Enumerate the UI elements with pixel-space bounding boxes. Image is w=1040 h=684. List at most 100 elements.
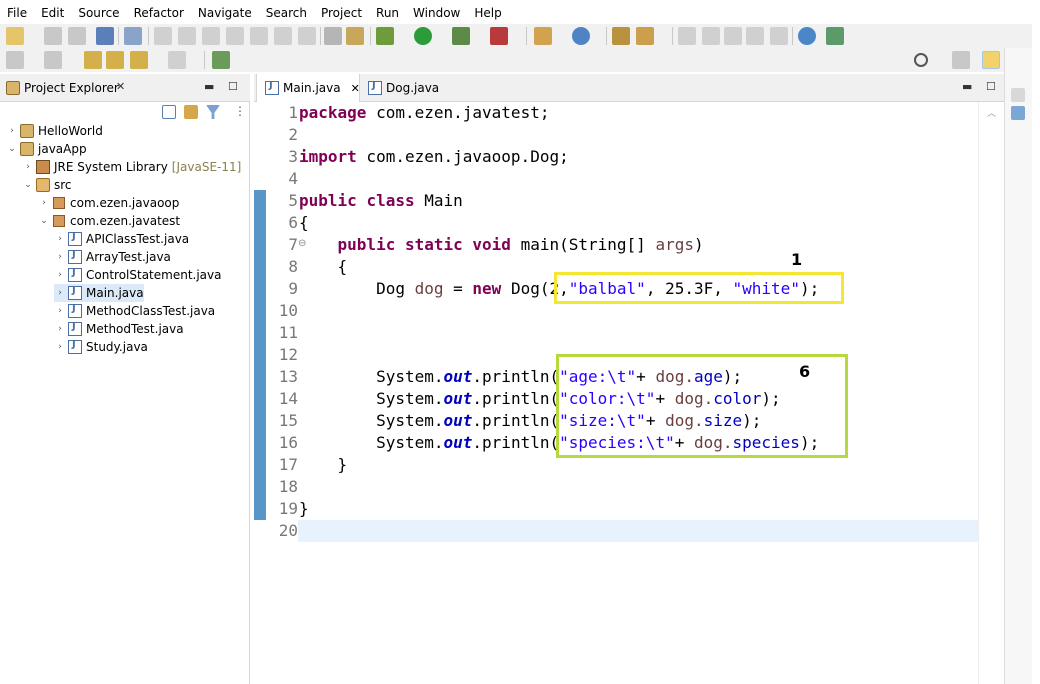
pin-editor-icon[interactable] [212,51,230,69]
external-tools-icon[interactable] [490,27,508,45]
menu-navigate[interactable]: Navigate [191,0,259,26]
scroll-up-icon[interactable]: ︿ [987,106,996,119]
new-java-project-icon[interactable] [534,27,552,45]
tree-toggle-icon[interactable]: › [54,288,66,298]
step-over-icon[interactable] [274,27,292,45]
terminate-icon[interactable] [202,27,220,45]
next-annotation-icon[interactable] [6,51,24,69]
close-icon[interactable]: ✕ [351,82,360,95]
keyword: static [404,235,463,254]
tree-item[interactable]: › MethodTest.java [54,320,184,338]
line-number: 15 [278,411,298,430]
tree-toggle-icon[interactable]: › [54,342,66,352]
tab-main-java[interactable]: Main.java ✕ [256,74,360,102]
toggle-mark-icon[interactable] [678,27,696,45]
java-perspective-icon[interactable] [982,51,1000,69]
tab-dog-java[interactable]: Dog.java [360,74,450,102]
view-menu-icon[interactable]: ⋮ [234,104,246,118]
tree-item[interactable]: › HelloWorld [6,122,103,140]
minimize-icon[interactable]: ▬ [962,80,972,93]
back-arrow-icon[interactable] [130,51,148,69]
whitespace-icon[interactable] [746,27,764,45]
code-text: Dog [376,279,415,298]
code-text: .println( [472,411,560,430]
collapse-all-icon[interactable] [162,105,176,119]
skip-breakpoints-icon[interactable] [124,27,142,45]
tree-toggle-icon[interactable]: › [22,162,34,172]
step-return-icon[interactable] [298,27,316,45]
tree-item[interactable]: › MethodClassTest.java [54,302,215,320]
use-step-filters-icon[interactable] [346,27,364,45]
menu-refactor[interactable]: Refactor [127,0,191,26]
search-tool-icon[interactable] [636,27,654,45]
menu-run[interactable]: Run [369,0,406,26]
outline-icon[interactable] [1011,106,1025,120]
vertical-scrollbar[interactable]: ︿ [978,102,1004,684]
drop-to-frame-icon[interactable] [324,27,342,45]
tree-item[interactable]: › Main.java [54,284,144,302]
debug-icon[interactable] [376,27,394,45]
minimize-icon[interactable]: ▬ [204,80,214,93]
tree-toggle-icon[interactable]: › [38,198,50,208]
resume-icon[interactable] [154,27,172,45]
open-type-icon[interactable] [612,27,630,45]
tree-item-decoration: [JavaSE-11] [171,160,242,174]
paragraph-icon[interactable] [770,27,788,45]
tree-toggle-icon[interactable]: › [54,324,66,334]
terminal-icon[interactable] [96,27,114,45]
tree-toggle-icon[interactable]: › [54,270,66,280]
search-icon[interactable] [914,53,928,67]
new-icon[interactable] [6,27,24,45]
menu-project[interactable]: Project [314,0,369,26]
menu-edit[interactable]: Edit [34,0,71,26]
maximize-icon[interactable]: ☐ [986,80,996,93]
line-number: 11 [278,323,298,342]
open-perspective-icon[interactable] [952,51,970,69]
menu-file[interactable]: File [0,0,34,26]
maximize-icon[interactable]: ☐ [228,80,238,93]
new-class-icon[interactable] [572,27,590,45]
coverage-icon[interactable] [452,27,470,45]
step-into-icon[interactable] [250,27,268,45]
tree-toggle-icon[interactable]: › [54,252,66,262]
link-with-editor-icon[interactable] [184,105,198,119]
tree-item[interactable]: › APIClassTest.java [54,230,189,248]
tree-item[interactable]: › com.ezen.javaoop [38,194,179,212]
menu-search[interactable]: Search [259,0,314,26]
tree-toggle-icon[interactable]: ⌄ [38,216,50,226]
tree-toggle-icon[interactable]: › [54,234,66,244]
last-edit-icon[interactable] [84,51,102,69]
code-text: main(String[] [510,235,656,254]
tree-item[interactable]: › ControlStatement.java [54,266,221,284]
tree-item[interactable]: ⌄ src [22,176,72,194]
word-wrap-icon[interactable] [724,27,742,45]
restore-icon[interactable] [1011,88,1025,102]
back-icon[interactable] [106,51,124,69]
menu-source[interactable]: Source [71,0,126,26]
tree-item[interactable]: › Study.java [54,338,148,356]
run-icon[interactable] [414,27,432,45]
tree-toggle-icon[interactable]: ⌄ [22,180,34,190]
tree-toggle-icon[interactable]: › [54,306,66,316]
tree-item[interactable]: › JRE System Library [JavaSE-11] [22,158,241,176]
disconnect-icon[interactable] [226,27,244,45]
menu-help[interactable]: Help [467,0,508,26]
tree-item[interactable]: ⌄ javaApp [6,140,87,158]
window-edge [1032,0,1040,684]
tree-item[interactable]: ⌄ com.ezen.javatest [38,212,180,230]
menu-window[interactable]: Window [406,0,467,26]
save-all-icon[interactable] [68,27,86,45]
previous-annotation-icon[interactable] [44,51,62,69]
tree-toggle-icon[interactable]: › [6,126,18,136]
open-perspective-tool-icon[interactable] [826,27,844,45]
suspend-icon[interactable] [178,27,196,45]
project-explorer-tab[interactable]: Project Explorer ✕ ▬ ☐ [0,74,250,102]
close-icon[interactable]: ✕ [116,80,125,93]
forward-arrow-icon[interactable] [168,51,186,69]
web-browser-icon[interactable] [798,27,816,45]
tree-item[interactable]: › ArrayTest.java [54,248,171,266]
tree-toggle-icon[interactable]: ⌄ [6,144,18,154]
filter-icon[interactable] [206,105,220,119]
save-icon[interactable] [44,27,62,45]
toggle-block-icon[interactable] [702,27,720,45]
